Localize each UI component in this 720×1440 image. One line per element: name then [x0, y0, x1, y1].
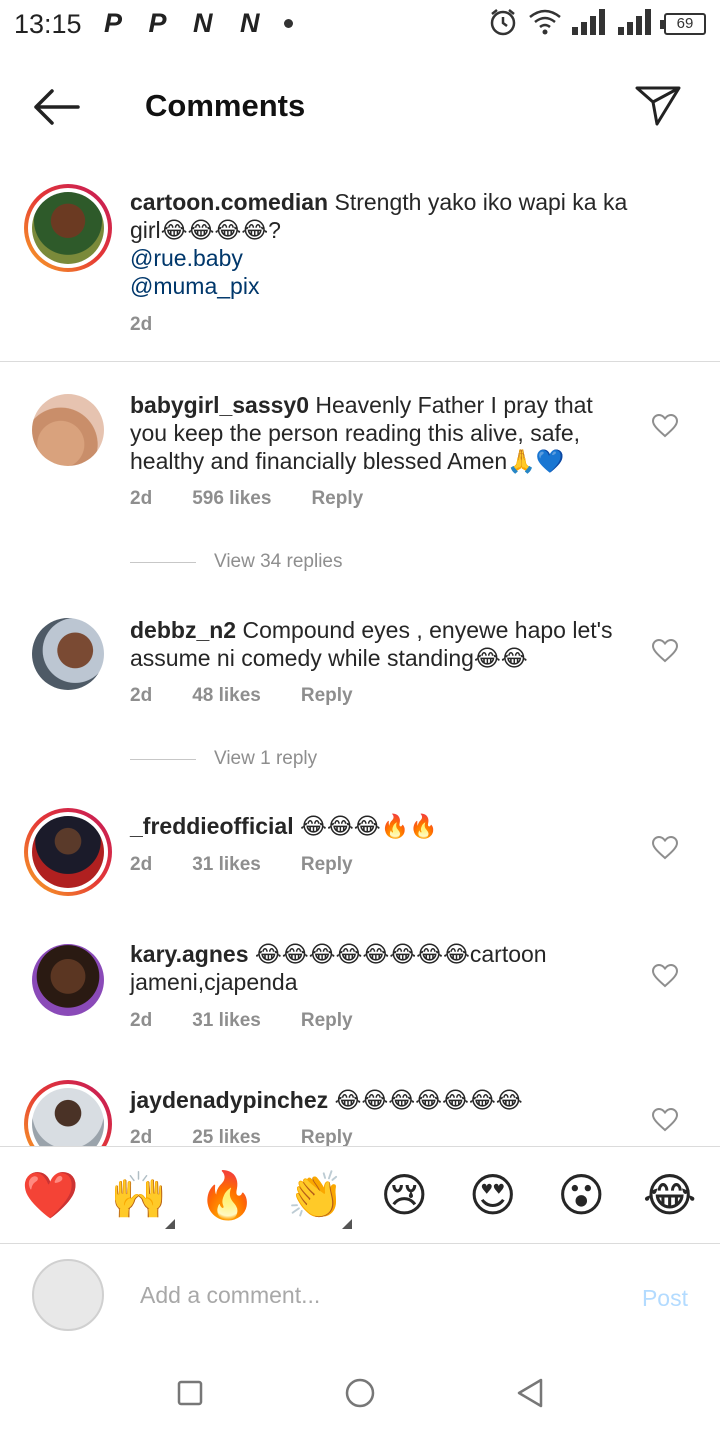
comment-input[interactable]: [140, 1273, 610, 1317]
skin-tone-indicator-icon: [341, 1219, 352, 1229]
recents-button[interactable]: [170, 1373, 210, 1413]
circle-icon: [345, 1378, 375, 1407]
emoji-fire-button[interactable]: 🔥: [197, 1165, 257, 1225]
home-button[interactable]: [340, 1373, 380, 1413]
triangle-back-icon: [517, 1378, 543, 1407]
system-nav-bar: [0, 1345, 720, 1440]
back-nav-button[interactable]: [510, 1373, 550, 1413]
like-count[interactable]: 25 likes: [192, 1127, 261, 1146]
skin-tone-indicator-icon: [164, 1219, 175, 1229]
raised-hands-icon: 🙌: [110, 1169, 168, 1221]
comment-text: jaydenadypinchez 😂😂😂😂😂😂😂: [130, 1086, 630, 1114]
current-user-avatar: [32, 1259, 104, 1331]
emoji-heart-button[interactable]: ❤️: [20, 1165, 80, 1225]
avatar[interactable]: [24, 1080, 112, 1146]
emoji-clap-button[interactable]: 👏: [286, 1165, 352, 1229]
heart-icon[interactable]: [652, 1108, 678, 1132]
emoji-quick-bar: ❤️ 🙌 🔥 👏 😢 😍 😮 😂: [0, 1146, 720, 1244]
emoji-cry-button[interactable]: 😢: [374, 1165, 434, 1225]
comment-meta: 2d 25 likes Reply: [130, 1127, 353, 1146]
comment-item: jaydenadypinchez 😂😂😂😂😂😂😂 2d 25 likes Rep…: [0, 0, 720, 1146]
emoji-raised-hands-button[interactable]: 🙌: [109, 1165, 175, 1229]
emoji-laugh-button[interactable]: 😂: [640, 1165, 700, 1225]
emoji-heart-eyes-button[interactable]: 😍: [463, 1165, 523, 1225]
post-button[interactable]: Post: [642, 1285, 688, 1312]
emoji-surprised-button[interactable]: 😮: [551, 1165, 611, 1225]
reply-button[interactable]: Reply: [301, 1127, 353, 1146]
comment-username[interactable]: jaydenadypinchez: [130, 1087, 328, 1113]
comment-time: 2d: [130, 1127, 153, 1146]
clap-icon: 👏: [287, 1169, 345, 1221]
comment-composer: Post: [0, 1245, 720, 1345]
comment-body: 😂😂😂😂😂😂😂: [334, 1087, 523, 1113]
square-icon: [177, 1380, 203, 1405]
